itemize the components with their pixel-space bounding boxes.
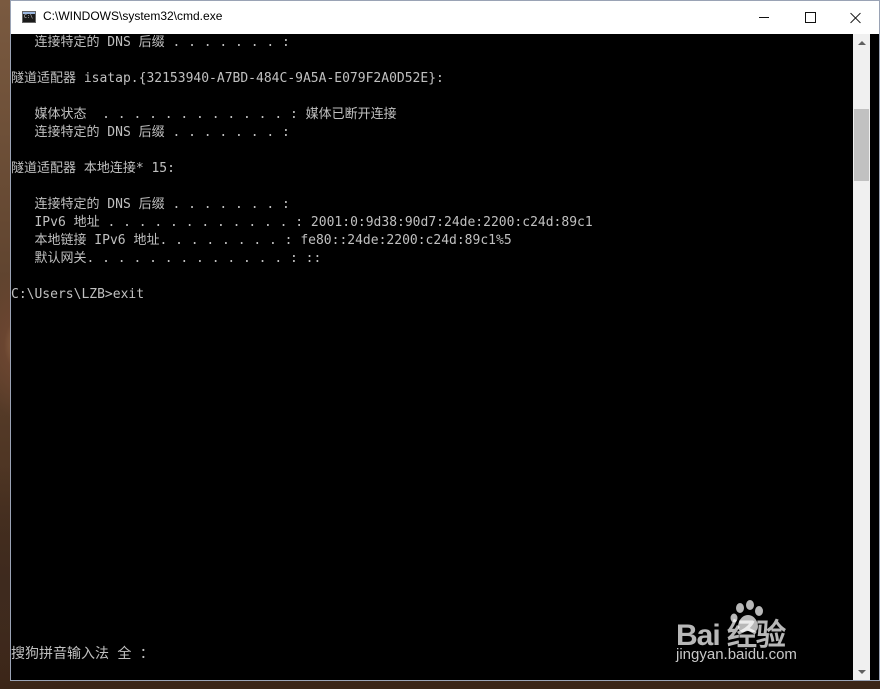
ime-status: 搜狗拼音输入法 全 ： [11,646,154,662]
scrollbar-thumb[interactable] [854,109,869,181]
baidu-jingyan-watermark: Bai 经验 jingyan.baidu.com [676,598,836,668]
arrow-up-icon [857,40,866,45]
scroll-up-button[interactable] [853,34,870,51]
cmd-window[interactable]: C:\WINDOWS\system32\cmd.exe 连接特定的 DNS 后缀… [10,0,880,681]
maximize-button[interactable] [787,1,833,34]
console-line: 连接特定的 DNS 后缀 . . . . . . . : [11,197,290,212]
console-line: 本地链接 IPv6 地址. . . . . . . . : fe80::24de… [11,233,512,248]
maximize-icon [804,12,816,23]
arrow-down-icon [857,669,866,674]
console-line: 隧道适配器 isatap.{32153940-A7BD-484C-9A5A-E0… [11,71,444,86]
cmd-app-icon[interactable] [22,11,36,23]
watermark-url: jingyan.baidu.com [676,646,797,663]
minimize-button[interactable] [741,1,787,34]
scroll-down-button[interactable] [853,663,870,680]
console-output[interactable]: 连接特定的 DNS 后缀 . . . . . . . : 隧道适配器 isata… [11,34,853,680]
console-line: 默认网关. . . . . . . . . . . . . : :: [11,251,322,266]
window-title: C:\WINDOWS\system32\cmd.exe [43,9,223,23]
minimize-icon [759,17,769,18]
vertical-scrollbar[interactable] [853,34,870,680]
console-line: IPv6 地址 . . . . . . . . . . . . : 2001:0… [11,215,593,230]
command-prompt-line: C:\Users\LZB>exit [11,287,145,302]
console-line: 连接特定的 DNS 后缀 . . . . . . . : [11,35,290,50]
console-line: 媒体状态 . . . . . . . . . . . . : 媒体已断开连接 [11,107,397,122]
console-line: 隧道适配器 本地连接* 15: [11,161,175,176]
close-button[interactable] [833,1,879,34]
console-line: 连接特定的 DNS 后缀 . . . . . . . : [11,125,290,140]
paw-icon [730,600,763,633]
title-bar[interactable]: C:\WINDOWS\system32\cmd.exe [11,1,879,34]
close-icon [850,12,862,24]
